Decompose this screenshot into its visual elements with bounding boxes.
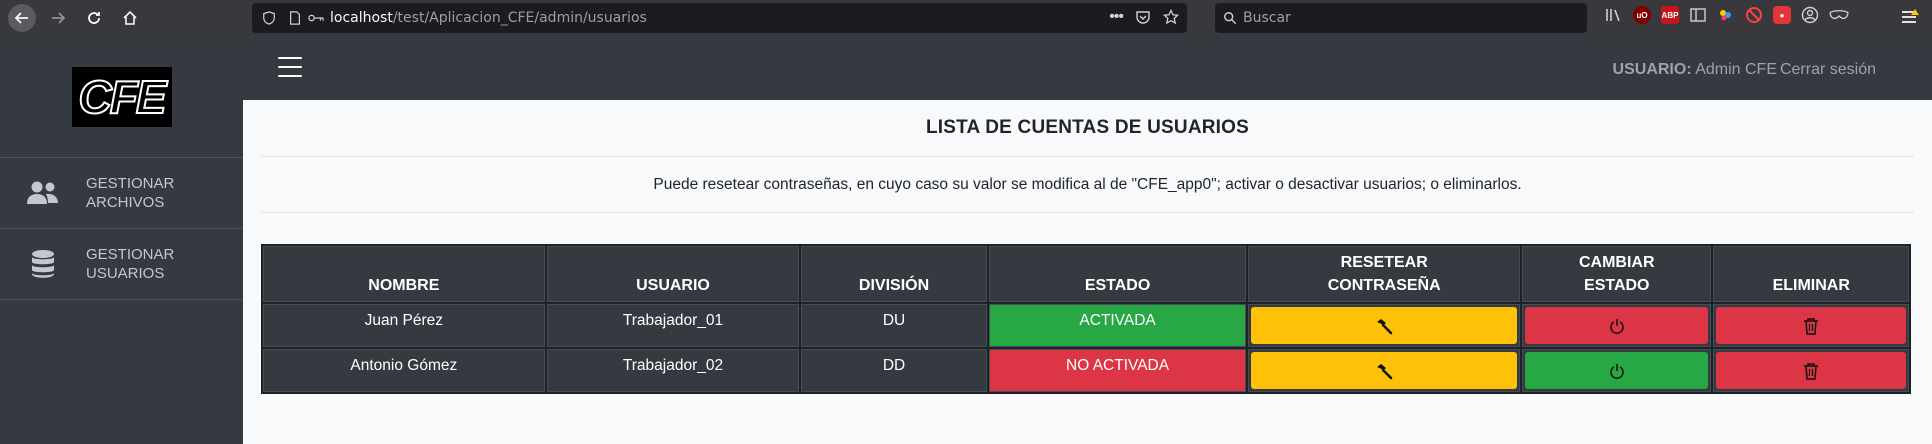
logo-text: CFE	[78, 70, 168, 124]
delete-user-button[interactable]	[1716, 352, 1906, 389]
status-badge: NO ACTIVADA	[988, 349, 1247, 392]
header-eliminar: ELIMINAR	[1713, 246, 1909, 302]
toggle-status-button[interactable]	[1525, 352, 1709, 389]
menu-icon[interactable]	[1900, 8, 1920, 31]
home-icon	[123, 10, 137, 25]
cell-nombre: Juan Pérez	[263, 304, 545, 347]
trash-icon	[1804, 362, 1819, 380]
top-navbar: USUARIO: Admin CFE Cerrar sesión	[243, 36, 1932, 100]
library-icon[interactable]	[1605, 7, 1623, 23]
cell-delete	[1713, 349, 1909, 392]
forward-button[interactable]	[44, 4, 72, 32]
back-button[interactable]	[8, 4, 36, 32]
red-extension-icon[interactable]: ●	[1773, 6, 1791, 24]
key-icon[interactable]	[308, 12, 324, 24]
users-table: NOMBRE USUARIO DIVISIÓN ESTADO RESETEAR C…	[261, 244, 1911, 394]
logout-link[interactable]: Cerrar sesión	[1780, 61, 1876, 79]
cell-reset	[1248, 304, 1521, 347]
sidebar: CFE GESTIONAR ARCHIVOS GESTIONAR USUARIO…	[0, 36, 243, 444]
url-path: /test/Aplicacion_CFE/admin/usuarios	[392, 10, 647, 26]
power-icon	[1610, 363, 1624, 379]
table-row: Juan Pérez Trabajador_01 DU ACTIVADA	[263, 304, 1909, 347]
cell-nombre: Antonio Gómez	[263, 349, 545, 392]
pocket-icon[interactable]	[1135, 9, 1151, 25]
header-usuario: USUARIO	[546, 246, 800, 302]
browser-toolbar: localhost/test/Aplicacion_CFE/admin/usua…	[0, 0, 1932, 36]
table-row: Antonio Gómez Trabajador_02 DD NO ACTIVA…	[263, 349, 1909, 392]
url-host: localhost	[330, 10, 393, 26]
power-icon	[1610, 318, 1624, 334]
delete-user-button[interactable]	[1716, 307, 1906, 344]
header-division: DIVISIÓN	[801, 246, 987, 302]
colorful-extension-icon[interactable]	[1717, 7, 1735, 23]
shield-icon[interactable]	[262, 11, 276, 25]
page-description: Puede resetear contraseñas, en cuyo caso…	[653, 175, 1522, 193]
cell-toggle	[1522, 304, 1712, 347]
cfe-logo[interactable]: CFE	[71, 66, 172, 127]
reset-password-button[interactable]	[1251, 307, 1518, 344]
status-badge: ACTIVADA	[988, 304, 1247, 347]
abp-icon[interactable]: ABP	[1661, 6, 1679, 24]
search-icon	[1224, 12, 1237, 25]
user-info: USUARIO: Admin CFE	[1613, 61, 1777, 79]
cell-usuario: Trabajador_01	[546, 304, 800, 347]
home-button[interactable]	[116, 4, 144, 32]
description-row: Puede resetear contraseñas, en cuyo caso…	[261, 157, 1914, 213]
database-icon	[0, 249, 86, 279]
account-icon[interactable]	[1801, 6, 1819, 24]
table-header-row: NOMBRE USUARIO DIVISIÓN ESTADO RESETEAR C…	[263, 246, 1909, 302]
reader-icon[interactable]	[1689, 7, 1707, 23]
sidebar-item-label: GESTIONAR USUARIOS	[86, 246, 175, 282]
reload-button[interactable]	[80, 4, 108, 32]
logo-container: CFE	[0, 36, 243, 158]
more-icon[interactable]: •••	[1109, 8, 1124, 26]
header-estado: ESTADO	[988, 246, 1247, 302]
cell-delete	[1713, 304, 1909, 347]
block-icon[interactable]	[1745, 6, 1763, 24]
mask-icon[interactable]	[1829, 8, 1849, 22]
header-cambiar-estado: CAMBIAR ESTADO	[1522, 246, 1712, 302]
user-prefix: USUARIO:	[1612, 61, 1692, 78]
reload-icon	[88, 12, 100, 24]
header-line: RESETEAR	[1340, 254, 1428, 271]
header-line: CAMBIAR	[1578, 254, 1655, 271]
header-line: ESTADO	[1584, 277, 1650, 294]
star-icon[interactable]	[1163, 9, 1179, 25]
search-bar[interactable]: Buscar	[1215, 3, 1587, 33]
ublock-icon[interactable]: uO	[1633, 6, 1651, 24]
main-content: LISTA DE CUENTAS DE USUARIOS Puede reset…	[243, 100, 1932, 444]
hammer-icon	[1377, 318, 1393, 334]
page-title: LISTA DE CUENTAS DE USUARIOS	[926, 117, 1249, 138]
sidebar-item-gestionar-archivos[interactable]: GESTIONAR ARCHIVOS	[0, 158, 243, 229]
cell-toggle	[1522, 349, 1712, 392]
cell-usuario: Trabajador_02	[546, 349, 800, 392]
cell-division: DD	[801, 349, 987, 392]
search-placeholder: Buscar	[1243, 10, 1291, 26]
reset-password-button[interactable]	[1251, 352, 1518, 389]
header-resetear-contrasena: RESETEAR CONTRASEÑA	[1248, 246, 1521, 302]
hamburger-menu-icon[interactable]	[278, 57, 302, 77]
toggle-status-button[interactable]	[1525, 307, 1709, 344]
sidebar-item-gestionar-usuarios[interactable]: GESTIONAR USUARIOS	[0, 229, 243, 300]
users-icon	[0, 180, 86, 206]
url-bar[interactable]: localhost/test/Aplicacion_CFE/admin/usua…	[252, 3, 1187, 33]
header-line: CONTRASEÑA	[1327, 277, 1441, 294]
cell-division: DU	[801, 304, 987, 347]
sidebar-item-label: GESTIONAR ARCHIVOS	[86, 175, 175, 211]
header-nombre: NOMBRE	[263, 246, 545, 302]
url-text[interactable]: localhost/test/Aplicacion_CFE/admin/usua…	[330, 10, 647, 26]
page-icon	[290, 11, 300, 25]
trash-icon	[1804, 317, 1819, 335]
arrow-left-icon	[14, 12, 28, 24]
title-row: LISTA DE CUENTAS DE USUARIOS	[261, 100, 1914, 157]
arrow-right-icon	[52, 12, 66, 24]
hammer-icon	[1377, 363, 1393, 379]
user-name: Admin CFE	[1695, 61, 1777, 78]
cell-reset	[1248, 349, 1521, 392]
